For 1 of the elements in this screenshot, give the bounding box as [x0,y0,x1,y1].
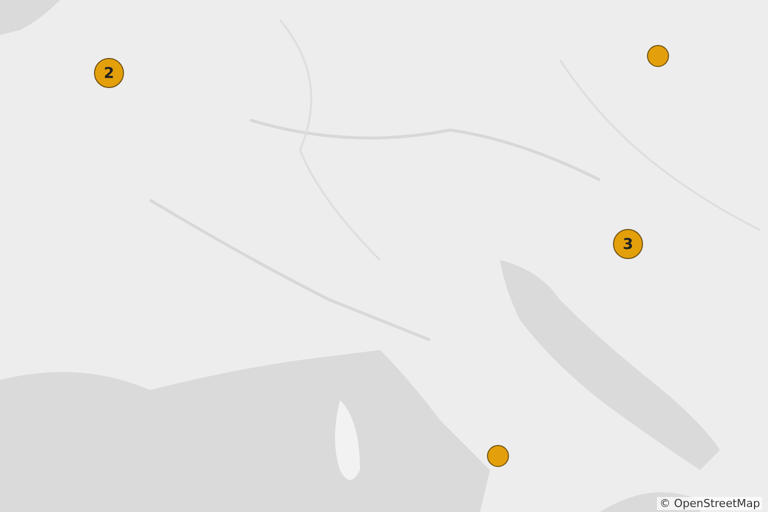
map-attribution: © OpenStreetMap [657,497,762,510]
